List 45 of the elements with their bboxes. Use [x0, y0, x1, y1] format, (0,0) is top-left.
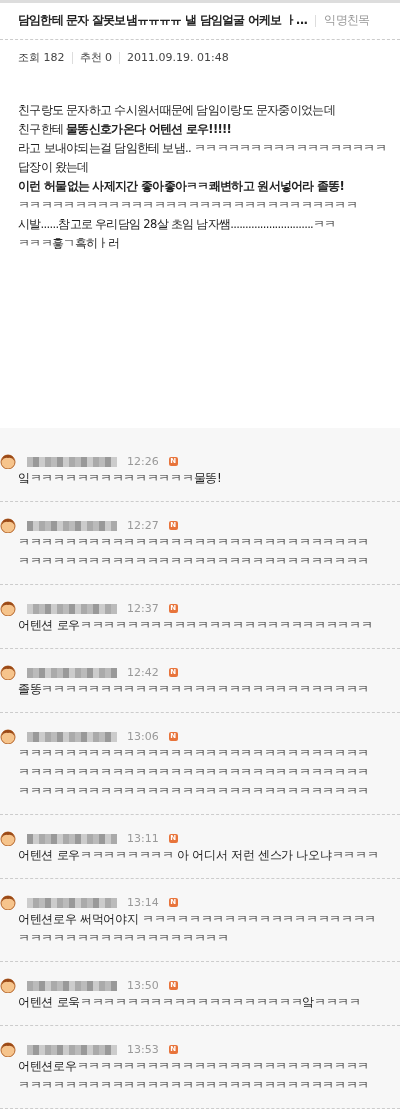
body-line: 라고 보내야되는걸 담임한테 보냄.. ㅋㅋㅋㅋㅋㅋㅋㅋㅋㅋㅋㅋㅋㅋㅋㅋㅋ [18, 140, 388, 157]
body-line: ㅋㅋㅋㅋㅋㅋㅋㅋㅋㅋㅋㅋㅋㅋㅋㅋㅋㅋㅋㅋㅋㅋㅋㅋㅋㅋㅋㅋㅋㅋ [18, 197, 358, 214]
comment-time: 13:14 [127, 895, 159, 909]
comment-text: ㅋㅋㅋㅋㅋㅋㅋㅋㅋㅋㅋㅋㅋㅋㅋㅋㅋㅋㅋㅋㅋㅋㅋㅋㅋㅋㅋㅋㅋㅋ [17, 553, 370, 570]
post-meta: 조회 182 [18, 50, 65, 65]
comment-time: 12:42 [127, 665, 159, 679]
avatar-icon [0, 830, 16, 846]
comment-text: 잌ㅋㅋㅋㅋㅋㅋㅋㅋㅋㅋㅋㅋㅋㅋ물똥! [17, 470, 223, 487]
avatar-icon [0, 894, 16, 910]
post-meta: 2011.09.19. 01:48 [127, 51, 229, 64]
body-line: ㅋㅋㅋ흫ㄱ흑히ㅏ러 [18, 235, 121, 252]
body-line: 시발......참고로 우리담임 28살 초임 남자쌤............................ㅋㅋ [18, 216, 337, 233]
post-meta: 추천 0 [79, 50, 112, 65]
body-line: 이런 허물없는 사제지간 좋아좋아ㅋㅋ쾌변하고 원서넣어라 졸똥! [18, 178, 346, 195]
avatar-icon [0, 517, 16, 533]
comment-text: 어텐션 로우ㅋㅋㅋㅋㅋㅋㅋㅋㅋㅋㅋㅋㅋㅋㅋㅋㅋㅋㅋㅋㅋㅋㅋㅋㅋ [17, 617, 374, 634]
comment-text: 어텐션 로우ㅋㅋㅋㅋㅋㅋㅋㅋ 아 어디서 저런 센스가 나오냐ㅋㅋㅋㅋ [17, 847, 380, 864]
comment-time: 13:53 [127, 1042, 159, 1056]
comment-time: 12:26 [127, 454, 159, 468]
comment-time: 13:06 [127, 729, 159, 743]
avatar-icon [0, 453, 16, 469]
avatar-icon [0, 664, 16, 680]
comment-text: ㅋㅋㅋㅋㅋㅋㅋㅋㅋㅋㅋㅋㅋㅋㅋㅋㅋㅋㅋㅋㅋㅋㅋㅋㅋㅋㅋㅋㅋㅋ [17, 764, 370, 781]
comment-text: ㅋㅋㅋㅋㅋㅋㅋㅋㅋㅋㅋㅋㅋㅋㅋㅋㅋㅋ [17, 930, 230, 947]
avatar-icon [0, 728, 16, 744]
comment-time: 12:37 [127, 601, 159, 615]
post-title: 담임한테 문자 잘못보냄ㅠㅠㅠㅠ 낼 담임얼굴 어케보 ㅏ... [18, 12, 308, 29]
avatar-icon [0, 977, 16, 993]
comment-text: 어텐션로우 써먹어야지 ㅋㅋㅋㅋㅋㅋㅋㅋㅋㅋㅋㅋㅋㅋㅋㅋㅋㅋㅋㅋ [17, 911, 378, 928]
comment-time: 13:11 [127, 831, 159, 845]
avatar-icon [0, 600, 16, 616]
comment-text: 졸똥ㅋㅋㅋㅋㅋㅋㅋㅋㅋㅋㅋㅋㅋㅋㅋㅋㅋㅋㅋㅋㅋㅋㅋㅋㅋㅋㅋㅋ [17, 681, 370, 698]
body-line: 답장이 왔는데 [18, 159, 90, 176]
avatar-icon [0, 1041, 16, 1057]
board-link[interactable]: 익명친목 [324, 12, 370, 29]
comment-text: ㅋㅋㅋㅋㅋㅋㅋㅋㅋㅋㅋㅋㅋㅋㅋㅋㅋㅋㅋㅋㅋㅋㅋㅋㅋㅋㅋㅋㅋㅋ [17, 1077, 370, 1094]
comment-time: 12:27 [127, 518, 159, 532]
comment-text: ㅋㅋㅋㅋㅋㅋㅋㅋㅋㅋㅋㅋㅋㅋㅋㅋㅋㅋㅋㅋㅋㅋㅋㅋㅋㅋㅋㅋㅋㅋ [17, 745, 370, 762]
body-line: 친구한테 물똥신호가온다 어텐션 로우!!!!! [18, 121, 233, 138]
comment-time: 13:50 [127, 978, 159, 992]
body-line: 친구랑도 문자하고 수시원서때문에 담임이랑도 문자중이었는데 [18, 102, 336, 119]
comment-text: 어텐션로우ㅋㅋㅋㅋㅋㅋㅋㅋㅋㅋㅋㅋㅋㅋㅋㅋㅋㅋㅋㅋㅋㅋㅋㅋㅋ [17, 1058, 370, 1075]
comment-text: ㅋㅋㅋㅋㅋㅋㅋㅋㅋㅋㅋㅋㅋㅋㅋㅋㅋㅋㅋㅋㅋㅋㅋㅋㅋㅋㅋㅋㅋㅋ [17, 534, 370, 551]
comment-text: ㅋㅋㅋㅋㅋㅋㅋㅋㅋㅋㅋㅋㅋㅋㅋㅋㅋㅋㅋㅋㅋㅋㅋㅋㅋㅋㅋㅋㅋㅋ [17, 783, 370, 800]
comment-text: 어텐션 로욱ㅋㅋㅋㅋㅋㅋㅋㅋㅋㅋㅋㅋㅋㅋㅋㅋㅋㅋㅋ앜ㅋㅋㅋㅋ [17, 994, 362, 1011]
